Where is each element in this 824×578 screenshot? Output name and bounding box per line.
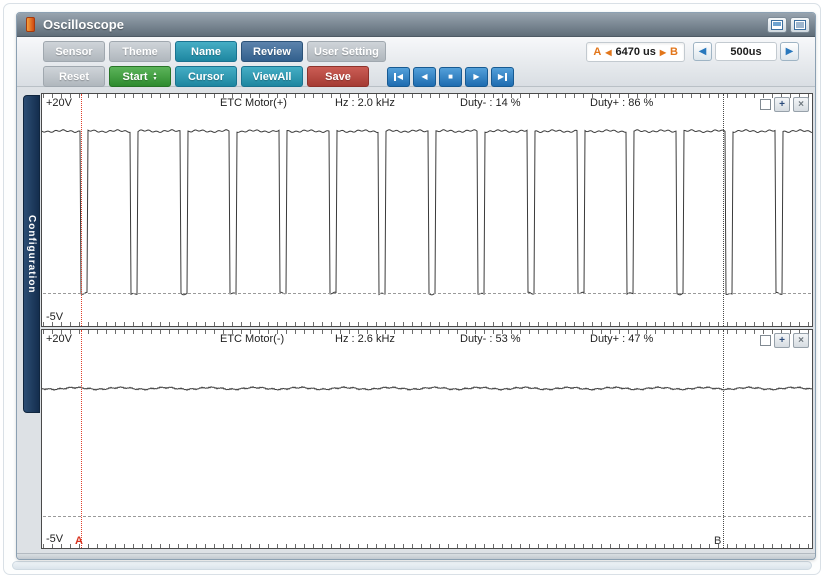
stop-icon: ■	[448, 72, 453, 81]
image-icon	[771, 19, 783, 30]
start-button[interactable]: Start ▲ ▼	[109, 66, 171, 87]
toolbar: Sensor Theme Name Review User Setting Re…	[17, 37, 815, 87]
channel-panel-2: +20V ETC Motor(-) Hz : 2.6 kHz Duty- : 5…	[41, 329, 813, 549]
waveform-ch1	[42, 129, 812, 296]
scope-area: Configuration +20V ETC Motor(+) Hz : 2.0…	[17, 87, 815, 553]
configuration-tab[interactable]: Configuration	[23, 95, 40, 413]
skip-to-end-button[interactable]: ▶	[491, 66, 514, 87]
expand-channel-button[interactable]: +	[774, 97, 790, 112]
right-arrow-icon: ▶	[785, 46, 794, 57]
skip-to-start-button[interactable]: ◀	[387, 66, 410, 87]
forward-icon: ▶	[497, 72, 505, 81]
a-left-arrow-icon[interactable]: ◀	[605, 48, 611, 57]
cursor-b-tag[interactable]: B	[714, 535, 721, 547]
name-button[interactable]: Name	[175, 41, 237, 62]
plus-icon: +	[779, 99, 785, 110]
duty-minus-readout: Duty- : 53 %	[460, 333, 521, 345]
top-ticks	[43, 94, 811, 98]
top-ticks	[43, 330, 811, 334]
start-button-label: Start	[122, 70, 148, 83]
sensor-button[interactable]: Sensor	[43, 41, 105, 62]
channel-name: ETC Motor(+)	[220, 97, 287, 109]
back-icon: ◀	[421, 72, 428, 81]
outer-frame: Oscilloscope Sensor Theme Name Review Us…	[3, 3, 821, 575]
save-button[interactable]: Save	[307, 66, 369, 87]
duty-plus-readout: Duty+ : 47 %	[590, 333, 654, 345]
cursor-a-label: A	[593, 46, 602, 58]
close-icon: ×	[798, 99, 804, 110]
ab-time-value: 6470 us	[615, 46, 656, 58]
channel-enable-checkbox[interactable]	[760, 99, 771, 110]
vmin-label: -5V	[46, 311, 64, 323]
reset-button[interactable]: Reset	[43, 66, 105, 87]
viewall-button[interactable]: ViewAll	[241, 66, 303, 87]
capture-button[interactable]	[767, 16, 787, 33]
bottom-ticks	[43, 322, 811, 326]
stop-button[interactable]: ■	[439, 66, 462, 87]
duty-plus-readout: Duty+ : 86 %	[590, 97, 654, 109]
step-back-button[interactable]: ◀	[413, 66, 436, 87]
list-icon	[794, 19, 806, 30]
ab-range-display: A ◀ 6470 us ▶ B	[586, 42, 685, 62]
review-button[interactable]: Review	[241, 41, 303, 62]
timebase-decrease-button[interactable]: ◀	[693, 42, 712, 61]
vmax-label: +20V	[46, 333, 72, 345]
back-icon: ◀	[396, 72, 404, 81]
cursor-b-label: B	[670, 46, 678, 58]
user-setting-button[interactable]: User Setting	[307, 41, 386, 62]
frequency-readout: Hz : 2.0 kHz	[335, 97, 395, 109]
zero-volt-dashed-line	[43, 516, 811, 517]
cursor-b-line[interactable]	[723, 330, 724, 548]
app-window: Oscilloscope Sensor Theme Name Review Us…	[16, 12, 816, 560]
cursor-b-line[interactable]	[723, 94, 724, 326]
window-title: Oscilloscope	[43, 17, 124, 32]
cursor-a-line[interactable]	[81, 94, 82, 326]
frequency-readout: Hz : 2.6 kHz	[335, 333, 395, 345]
duty-minus-readout: Duty- : 14 %	[460, 97, 521, 109]
play-icon: ▶	[473, 72, 480, 81]
cursor-a-line[interactable]	[81, 330, 82, 548]
window-footer	[17, 553, 815, 559]
theme-button[interactable]: Theme	[109, 41, 171, 62]
play-button[interactable]: ▶	[465, 66, 488, 87]
zero-volt-dashed-line	[43, 293, 811, 294]
channel-controls: + ×	[760, 97, 809, 112]
close-channel-button[interactable]: ×	[793, 333, 809, 348]
toolbar-row-2: Reset Start ▲ ▼ Cursor ViewAll Save ◀ ◀ ■…	[43, 66, 815, 87]
bar-icon	[393, 72, 396, 81]
timebase-value: 500us	[715, 42, 777, 61]
channel-name: ETC Motor(-)	[220, 333, 285, 345]
bar-icon	[505, 72, 508, 81]
close-icon: ×	[798, 335, 804, 346]
bottom-ticks	[43, 544, 811, 548]
close-channel-button[interactable]: ×	[793, 97, 809, 112]
layout-button[interactable]	[790, 16, 810, 33]
configuration-tab-label: Configuration	[26, 214, 37, 294]
channel-panel-1: +20V ETC Motor(+) Hz : 2.0 kHz Duty- : 1…	[41, 93, 813, 327]
left-arrow-icon: ◀	[698, 46, 707, 57]
app-icon	[26, 17, 35, 32]
expand-channel-button[interactable]: +	[774, 333, 790, 348]
spinner-arrows-icon: ▲ ▼	[152, 70, 158, 82]
cursor-button[interactable]: Cursor	[175, 66, 237, 87]
timebase-control: ◀ 500us ▶	[693, 42, 799, 61]
b-right-arrow-icon[interactable]: ▶	[660, 48, 666, 57]
timebase-increase-button[interactable]: ▶	[780, 42, 799, 61]
vmax-label: +20V	[46, 97, 72, 109]
vmin-label: -5V	[46, 533, 64, 545]
title-bar: Oscilloscope	[17, 13, 815, 37]
plus-icon: +	[779, 335, 785, 346]
frame-bottom-edge	[12, 561, 812, 570]
playback-controls: ◀ ◀ ■ ▶ ▶	[387, 66, 514, 87]
cursor-a-tag[interactable]: A	[75, 535, 83, 547]
channel-controls: + ×	[760, 333, 809, 348]
channel-enable-checkbox[interactable]	[760, 335, 771, 346]
